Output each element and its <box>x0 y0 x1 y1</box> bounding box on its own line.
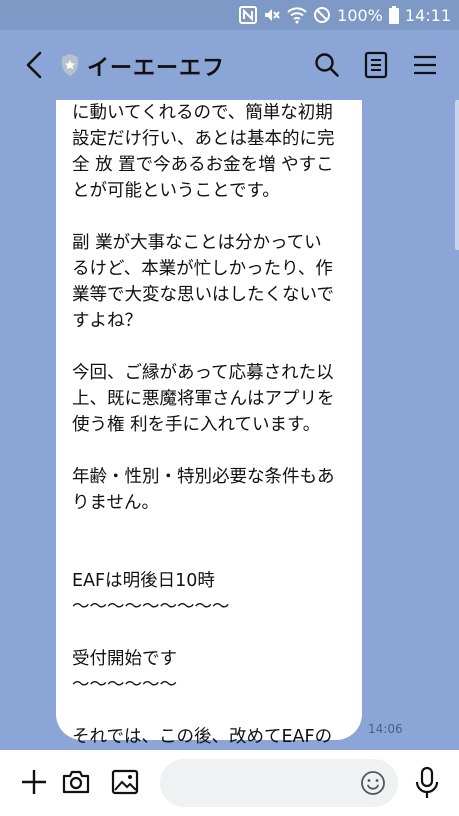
message-line <box>72 334 354 360</box>
message-line: 業等で大変な思いはしたくないで <box>72 285 334 305</box>
message-line <box>72 698 354 724</box>
message-line: すよね？ <box>72 311 142 331</box>
camera-icon[interactable] <box>60 766 92 798</box>
battery-icon <box>388 6 399 24</box>
chat-area[interactable]: に動いてくれるので、簡単な初期 設定だけ行い、あとは基本的に完全 放 置で今あるお… <box>0 100 459 750</box>
message-line: 使う権 利を手に入れています。 <box>72 415 321 435</box>
emoji-icon[interactable] <box>360 770 386 796</box>
message-line: 〜〜〜〜〜〜 <box>72 675 177 695</box>
wifi-icon <box>287 6 307 24</box>
message-line: とが可能ということです。 <box>72 181 280 201</box>
message-line: 〜〜〜〜〜〜〜〜〜 <box>72 597 230 617</box>
status-bar: 100% 14:11 <box>0 0 459 30</box>
message-bubble[interactable]: に動いてくれるので、簡単な初期 設定だけ行い、あとは基本的に完全 放 置で今あるお… <box>56 100 362 747</box>
plus-icon[interactable] <box>18 766 50 798</box>
message-line <box>72 438 354 464</box>
message-line: それでは、この後、改めてEAFの <box>72 727 333 747</box>
do-not-disturb-icon <box>313 6 331 24</box>
image-icon[interactable] <box>109 766 141 798</box>
message-line: 設定だけ行い、あとは基本的に完 <box>72 129 335 149</box>
message-line: に動いてくれるので、簡単な初期 <box>72 103 333 123</box>
message-line <box>72 204 354 230</box>
back-arrow-icon[interactable] <box>20 48 50 82</box>
message-line: 上、既に悪魔将軍さんはアプリを <box>72 389 335 409</box>
message-line: 受付開始です <box>72 649 177 669</box>
message-line: EAFは明後日10時 <box>72 571 215 591</box>
menu-icon[interactable] <box>410 50 440 80</box>
message-text: に動いてくれるので、簡単な初期 設定だけ行い、あとは基本的に完全 放 置で今あるお… <box>72 100 354 750</box>
chat-title: イーエーエフ <box>87 56 226 81</box>
message-line: 副 業が大事なことは分かってい <box>72 233 322 253</box>
message-line <box>72 620 354 646</box>
message-line: りません。 <box>72 493 159 513</box>
mute-icon <box>263 6 281 24</box>
search-icon[interactable] <box>312 50 342 80</box>
nfc-icon <box>239 6 258 24</box>
message-line <box>72 542 354 568</box>
scrollbar[interactable] <box>455 100 459 250</box>
input-bar <box>0 750 459 816</box>
mic-icon[interactable] <box>414 766 440 800</box>
status-icons: 100% 14:11 <box>239 0 451 30</box>
notes-icon[interactable] <box>361 50 391 80</box>
chat-header: イーエーエフ <box>0 30 459 100</box>
message-line: 年齢・性別・特別必要な条件もあ <box>72 467 335 487</box>
message-timestamp: 14:06 <box>368 722 403 736</box>
message-line: 今回、ご縁があって応募された以 <box>72 363 334 383</box>
shield-badge-icon <box>60 53 80 77</box>
message-line: るけど、本業が忙しかったり、作 <box>72 259 333 279</box>
message-line: 全 放 置で今あるお金を増 やすこ <box>72 155 334 175</box>
message-line <box>72 516 354 542</box>
battery-percent: 100% <box>337 5 383 25</box>
clock: 14:11 <box>404 5 451 25</box>
